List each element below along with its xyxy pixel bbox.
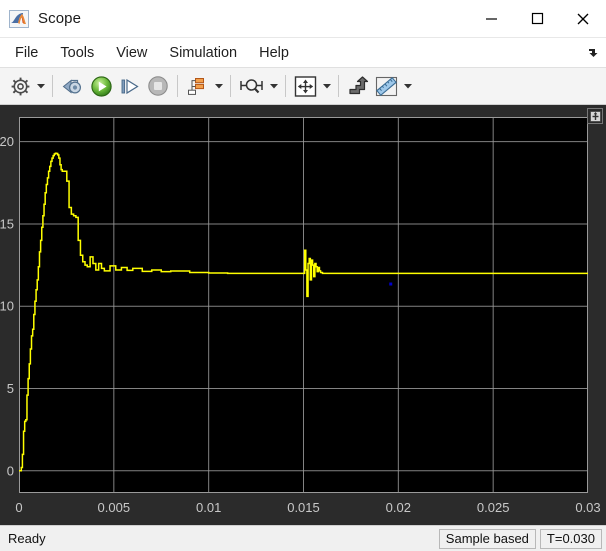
svg-text:0: 0 bbox=[7, 463, 14, 478]
toolbar-separator bbox=[230, 75, 231, 97]
menu-item-help[interactable]: Help bbox=[250, 42, 298, 64]
menu-bar: File Tools View Simulation Help bbox=[0, 38, 606, 68]
toolbar-separator bbox=[52, 75, 53, 97]
toolbar-separator bbox=[285, 75, 286, 97]
window-title: Scope bbox=[38, 10, 82, 27]
autoscale-button[interactable] bbox=[344, 71, 372, 101]
minimize-button[interactable] bbox=[468, 0, 514, 38]
plot-canvas[interactable]: 0 5 10 15 20 0 0.005 0.01 0.015 0.02 0.025 0.03 bbox=[0, 105, 606, 525]
status-bar: Ready Sample based T=0.030 bbox=[0, 525, 606, 551]
scope-plot-area[interactable]: 0 5 10 15 20 0 0.005 0.01 0.015 0.02 0.025 0.03 bbox=[0, 105, 606, 525]
zoom-in-x-button[interactable] bbox=[236, 71, 267, 101]
scale-axes-limits-button[interactable] bbox=[291, 71, 320, 101]
signal-plot[interactable]: 0 5 10 15 20 0 0.005 0.01 0.015 0.02 0.025 0.03 bbox=[0, 105, 606, 525]
svg-text:20: 20 bbox=[0, 134, 14, 149]
status-panel-simulation-time: T=0.030 bbox=[539, 528, 602, 549]
measurements-button[interactable] bbox=[372, 71, 401, 101]
svg-text:0.005: 0.005 bbox=[98, 500, 131, 515]
zoom-in-x-dropdown[interactable] bbox=[267, 71, 280, 101]
title-bar: Scope bbox=[0, 0, 606, 38]
status-panel-sample-mode: Sample based bbox=[438, 528, 536, 549]
maximize-axes-icon[interactable] bbox=[587, 108, 603, 124]
menu-overflow-arrow-icon[interactable] bbox=[585, 44, 601, 60]
maximize-button[interactable] bbox=[514, 0, 560, 38]
svg-text:0.025: 0.025 bbox=[477, 500, 510, 515]
menu-item-simulation[interactable]: Simulation bbox=[160, 42, 246, 64]
signal-selection-dropdown[interactable] bbox=[212, 71, 225, 101]
rewind-to-start-button[interactable] bbox=[58, 71, 87, 101]
status-message: Ready bbox=[8, 531, 46, 546]
tool-bar bbox=[0, 68, 606, 105]
matlab-membrane-icon bbox=[9, 9, 29, 28]
configuration-properties-button[interactable] bbox=[6, 71, 34, 101]
scope-window: Scope File Tools View Simulation Help 0 … bbox=[0, 0, 606, 551]
step-forward-button[interactable] bbox=[116, 71, 144, 101]
measurements-dropdown[interactable] bbox=[401, 71, 414, 101]
toolbar-separator bbox=[338, 75, 339, 97]
svg-text:0: 0 bbox=[15, 500, 22, 515]
svg-text:0.02: 0.02 bbox=[386, 500, 411, 515]
scale-axes-limits-dropdown[interactable] bbox=[320, 71, 333, 101]
run-button[interactable] bbox=[87, 71, 116, 101]
configuration-properties-dropdown[interactable] bbox=[34, 71, 47, 101]
svg-text:0.01: 0.01 bbox=[196, 500, 221, 515]
close-button[interactable] bbox=[560, 0, 606, 38]
svg-text:0.03: 0.03 bbox=[575, 500, 600, 515]
menu-item-file[interactable]: File bbox=[6, 42, 47, 64]
svg-text:10: 10 bbox=[0, 299, 14, 314]
stop-button[interactable] bbox=[144, 71, 172, 101]
toolbar-separator bbox=[177, 75, 178, 97]
menu-item-view[interactable]: View bbox=[107, 42, 156, 64]
svg-text:5: 5 bbox=[7, 381, 14, 396]
menu-item-tools[interactable]: Tools bbox=[51, 42, 103, 64]
signal-selection-button[interactable] bbox=[183, 71, 212, 101]
svg-text:0.015: 0.015 bbox=[287, 500, 320, 515]
svg-text:15: 15 bbox=[0, 216, 14, 231]
plot-markers bbox=[389, 282, 393, 286]
